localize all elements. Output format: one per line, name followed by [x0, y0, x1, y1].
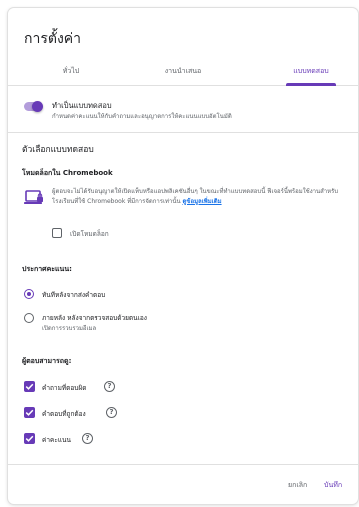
point-values-checkbox[interactable] [24, 433, 35, 444]
help-icon[interactable]: ? [82, 433, 93, 444]
release-later-sublabel: เปิดการรวบรวมอีเมล [42, 325, 97, 332]
correct-answers-label: คำตอบที่ถูกต้อง [42, 410, 86, 418]
help-icon[interactable]: ? [106, 407, 117, 418]
locked-mode-checkbox[interactable] [52, 228, 62, 238]
tab-quizzes[interactable]: แบบทดสอบ [280, 66, 342, 77]
locked-mode-heading: โหมดล็อกใน Chromebook [22, 169, 113, 177]
divider [8, 132, 358, 133]
make-quiz-toggle[interactable] [24, 101, 43, 112]
correct-answers-checkbox[interactable] [24, 407, 35, 418]
dialog-title: การตั้งค่า [24, 31, 82, 47]
release-immediately-radio[interactable] [24, 289, 34, 299]
settings-tabs: ทั่วไป งานนำเสนอ แบบทดสอบ [8, 56, 358, 86]
tab-presentation[interactable]: งานนำเสนอ [148, 66, 218, 77]
point-values-label: ค่าคะแนน [42, 436, 71, 444]
toggle-knob [32, 101, 43, 112]
release-later-radio[interactable] [24, 313, 34, 323]
release-immediately-label: ทันทีหลังจากส่งคำตอบ [42, 291, 106, 299]
tab-general[interactable]: ทั่วไป [46, 66, 96, 77]
locked-mode-checkbox-label: เปิดโหมดล็อก [70, 230, 109, 238]
help-icon[interactable]: ? [104, 381, 115, 392]
release-grade-heading: ประกาศคะแนน: [22, 265, 72, 273]
active-tab-indicator [286, 83, 336, 86]
locked-mode-description: ผู้ตอบจะไม่ได้รับอนุญาตให้เปิดแท็บหรือแอ… [52, 187, 348, 206]
learn-more-link[interactable]: ดูข้อมูลเพิ่มเติม [182, 198, 221, 205]
missed-questions-checkbox[interactable] [24, 381, 35, 392]
save-button[interactable]: บันทึก [324, 480, 342, 491]
footer-divider [8, 464, 358, 465]
locked-laptop-icon [24, 190, 43, 204]
make-quiz-description: กำหนดค่าคะแนนให้กับคำถามและอนุญาตการให้ค… [52, 113, 232, 120]
missed-questions-label: คำถามที่ตอบผิด [42, 384, 87, 392]
quiz-options-heading: ตัวเลือกแบบทดสอบ [22, 145, 94, 155]
respondent-can-see-heading: ผู้ตอบสามารถดู: [22, 357, 72, 365]
settings-dialog: การตั้งค่า ทั่วไป งานนำเสนอ แบบทดสอบ ทำเ… [8, 8, 358, 504]
cancel-button[interactable]: ยกเลิก [288, 480, 307, 491]
release-later-label: ภายหลัง หลังจากตรวจสอบด้วยตนเอง [42, 314, 147, 322]
